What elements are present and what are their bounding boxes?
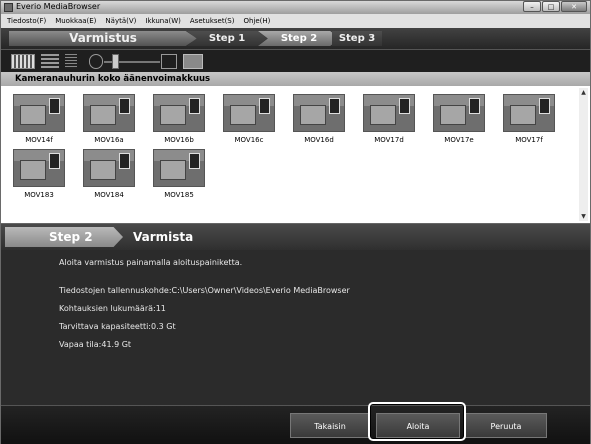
view-toolbar: [1, 49, 590, 73]
title-bar: Everio MediaBrowser – □ ✕: [1, 1, 590, 14]
thumbnail-item[interactable]: MOV16a: [81, 94, 137, 149]
menu-window[interactable]: Ikkuna(W): [145, 17, 181, 25]
vertical-scrollbar[interactable]: ▲ ▼: [579, 88, 588, 221]
thumbnail-item[interactable]: MOV16c: [221, 94, 277, 149]
step-2-tab: Step 2: [258, 31, 340, 46]
free-space-text: Vapaa tila:41.9 Gt: [59, 340, 132, 349]
video-thumbnail: [153, 149, 205, 187]
scroll-up-icon[interactable]: ▲: [579, 88, 588, 97]
thumbnail-label: MOV17d: [374, 136, 404, 144]
thumbnail-label: MOV185: [164, 191, 194, 199]
required-space-text: Tarvittava kapasiteetti:0.3 Gt: [59, 322, 176, 331]
confirm-step-label: Step 2: [5, 227, 123, 247]
scroll-down-icon[interactable]: ▼: [579, 212, 588, 221]
step-navigation: Varmistus Step 1 Step 2 Step 3: [1, 28, 590, 49]
thumbnail-item[interactable]: MOV17f: [501, 94, 557, 149]
confirm-step-header: Step 2 Varmista: [1, 223, 590, 251]
thumbnail-label: MOV16d: [304, 136, 334, 144]
window-title: Everio MediaBrowser: [16, 2, 101, 11]
thumbnail-item[interactable]: MOV184: [81, 149, 137, 204]
menu-file[interactable]: Tiedosto(F): [7, 17, 46, 25]
app-icon: [4, 3, 13, 12]
thumbnail-label: MOV16a: [94, 136, 124, 144]
filmstrip-view-icon[interactable]: [65, 54, 77, 69]
video-thumbnail: [83, 94, 135, 132]
menu-view[interactable]: Näytä(V): [105, 17, 136, 25]
cancel-button[interactable]: Peruuta: [465, 413, 547, 438]
thumbnail-label: MOV184: [94, 191, 124, 199]
maximize-icon[interactable]: □: [542, 1, 560, 12]
list-view-icon[interactable]: [41, 54, 59, 69]
step-1-tab: Step 1: [187, 31, 267, 46]
zoom-slider-thumb[interactable]: [112, 54, 119, 69]
zoom-in-icon[interactable]: [161, 54, 177, 69]
menu-help[interactable]: Ohje(H): [243, 17, 270, 25]
save-location-text: Tiedostojen tallennuskohde:C:\Users\Owne…: [59, 286, 350, 295]
video-thumbnail: [223, 94, 275, 132]
thumbnail-item[interactable]: MOV16d: [291, 94, 347, 149]
section-title: Kameranauhurin koko äänenvoimakkuus: [1, 72, 590, 86]
action-bar: Takaisin Aloita Peruuta: [1, 405, 590, 444]
video-thumbnail: [13, 94, 65, 132]
close-icon[interactable]: ✕: [561, 1, 587, 12]
confirm-info-panel: Aloita varmistus painamalla aloituspaini…: [1, 250, 590, 405]
thumbnail-item[interactable]: MOV185: [151, 149, 207, 204]
thumbnail-label: MOV17f: [515, 136, 543, 144]
app-window: Everio MediaBrowser – □ ✕ Tiedosto(F) Mu…: [0, 0, 591, 444]
thumbnail-label: MOV16b: [164, 136, 194, 144]
thumbnail-label: MOV17e: [444, 136, 474, 144]
grid-view-icon[interactable]: [11, 54, 35, 69]
instruction-text: Aloita varmistus painamalla aloituspaini…: [59, 258, 243, 267]
picture-icon[interactable]: [183, 54, 203, 69]
video-thumbnail: [83, 149, 135, 187]
menu-bar: Tiedosto(F) Muokkaa(E) Näytä(V) Ikkuna(W…: [1, 14, 590, 28]
step-3-tab: Step 3: [332, 31, 382, 46]
thumbnail-item[interactable]: MOV183: [11, 149, 67, 204]
video-thumbnail: [363, 94, 415, 132]
menu-edit[interactable]: Muokkaa(E): [55, 17, 96, 25]
start-button-highlight: [368, 402, 466, 441]
video-thumbnail: [13, 149, 65, 187]
confirm-step-title: Varmista: [133, 230, 194, 244]
video-thumbnail: [503, 94, 555, 132]
thumbnail-item[interactable]: MOV17d: [361, 94, 417, 149]
thumbnail-label: MOV16c: [234, 136, 264, 144]
step-main-label: Varmistus: [9, 31, 197, 46]
thumbnail-item[interactable]: MOV17e: [431, 94, 487, 149]
zoom-out-icon[interactable]: [89, 54, 103, 69]
back-button[interactable]: Takaisin: [290, 413, 370, 438]
menu-settings[interactable]: Asetukset(S): [190, 17, 235, 25]
video-thumbnail: [153, 94, 205, 132]
thumbnail-label: MOV14f: [25, 136, 53, 144]
thumbnail-label: MOV183: [24, 191, 54, 199]
video-thumbnail: [293, 94, 345, 132]
scene-count-text: Kohtauksien lukumäärä:11: [59, 304, 166, 313]
minimize-icon[interactable]: –: [523, 1, 541, 12]
thumbnail-item[interactable]: MOV16b: [151, 94, 207, 149]
thumbnail-item[interactable]: MOV14f: [11, 94, 67, 149]
video-thumbnail: [433, 94, 485, 132]
thumbnail-grid: MOV14f MOV16a MOV16b MOV16c MOV16d MOV17…: [1, 86, 590, 223]
